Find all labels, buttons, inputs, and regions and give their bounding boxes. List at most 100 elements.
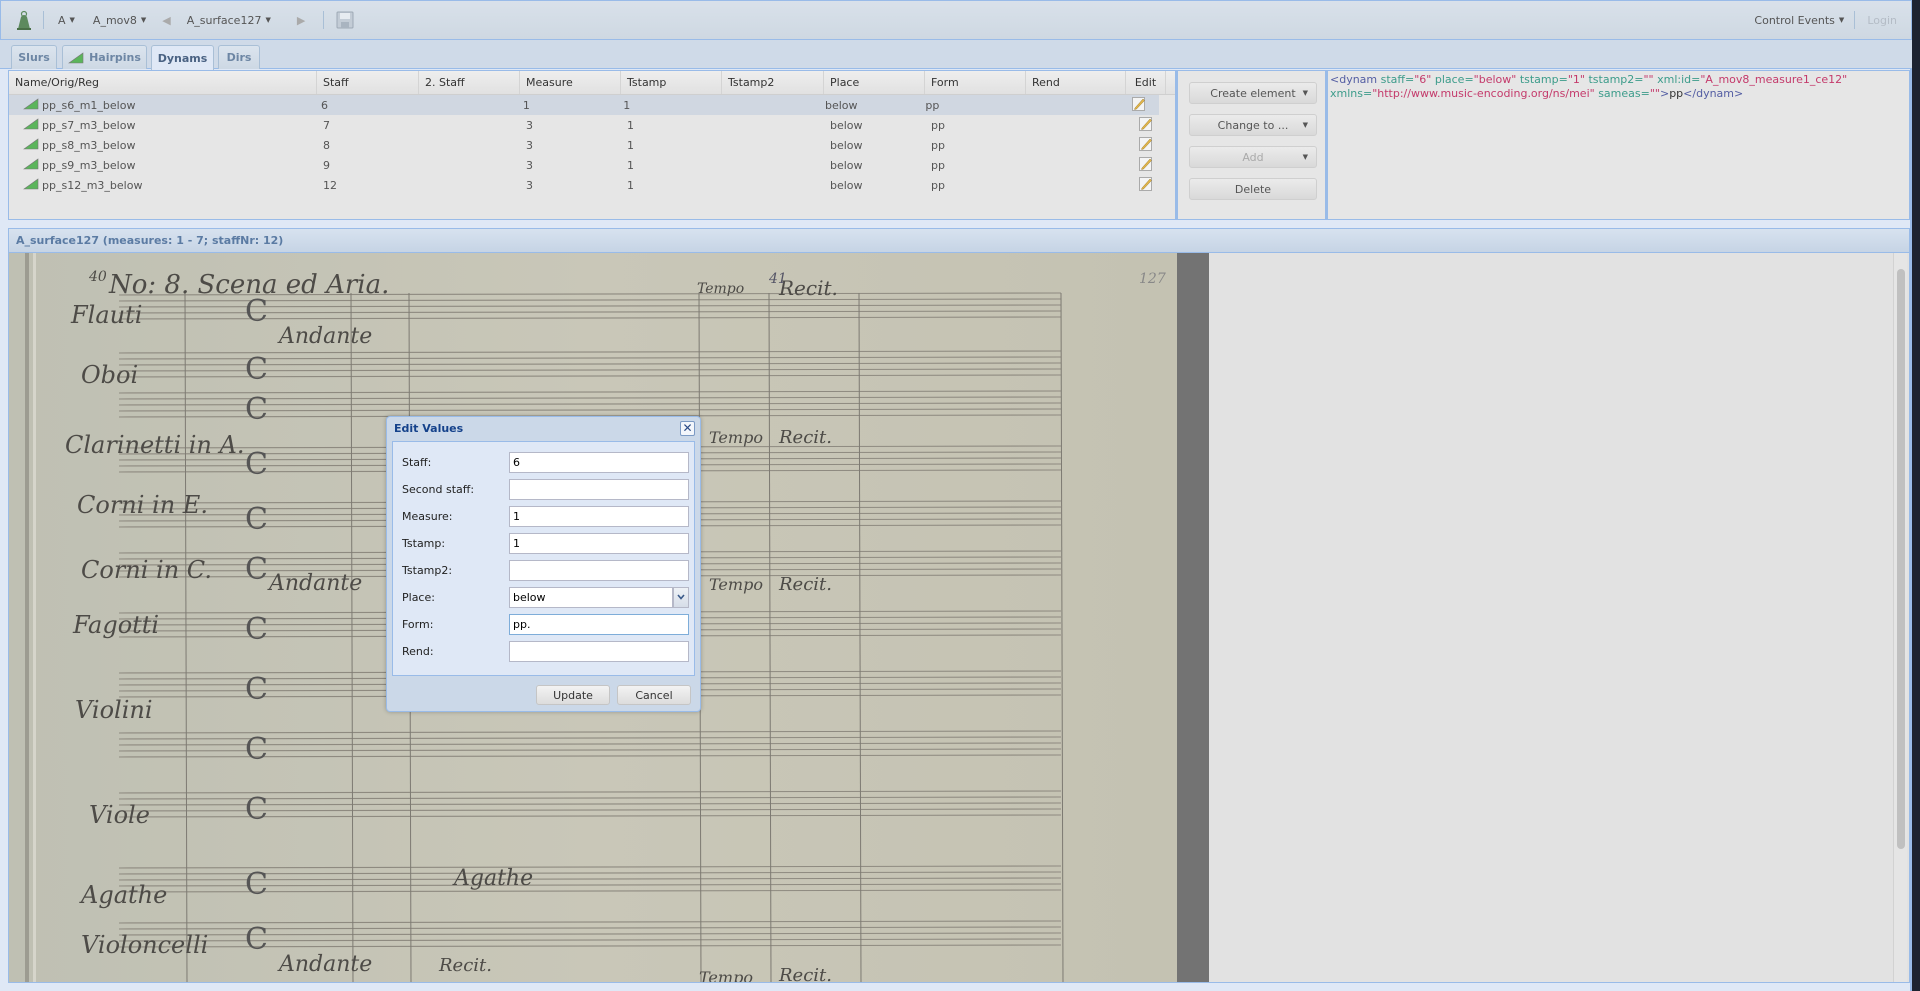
measure-number: 41 (768, 271, 787, 287)
column-header-tstamp2[interactable]: Tstamp2 (722, 71, 824, 94)
field-label: Tstamp2: (402, 563, 453, 577)
field-label: Staff: (402, 455, 432, 469)
xml-attribute: sameas= (1598, 87, 1650, 100)
tstamp2-input[interactable] (509, 559, 689, 581)
login-button[interactable]: Login (1859, 14, 1911, 27)
surface-dropdown[interactable]: A_surface127 ▼ (181, 12, 277, 29)
tab-slurs[interactable]: Slurs (11, 45, 57, 69)
edit-values-dialog: Edit Values ✕ Staff: Second staff: Measu… (386, 416, 701, 712)
column-header-tstamp[interactable]: Tstamp (621, 71, 722, 94)
edit-row-button[interactable] (1119, 96, 1159, 114)
form-input[interactable] (509, 613, 689, 635)
second-staff-input[interactable] (509, 478, 689, 500)
xml-value: "6" (1414, 73, 1432, 86)
column-header-staff[interactable]: Staff (317, 71, 419, 94)
top-toolbar: A ▼ A_mov8 ▼ ◀ A_surface127 ▼ ▶ Control … (0, 0, 1912, 40)
cell-form: pp (931, 178, 945, 192)
update-button[interactable]: Update (536, 685, 610, 705)
field-tstamp2: Tstamp2: (393, 559, 694, 581)
measure-input[interactable] (509, 505, 689, 527)
tab-label: Dirs (226, 51, 252, 64)
staff-input[interactable] (509, 451, 689, 473)
instrument-label: Clarinetti in A. (65, 431, 244, 459)
movement-dropdown[interactable]: A_mov8 ▼ (87, 12, 152, 29)
instrument-label: Viole (89, 801, 150, 829)
close-icon: ✕ (682, 421, 693, 435)
time-signature-glyph: C (245, 552, 268, 587)
create-element-button[interactable]: Create element ▼ (1189, 82, 1317, 104)
cell-staff: 9 (323, 158, 330, 172)
instrument-label: Flauti (70, 301, 142, 329)
dynam-icon (23, 177, 39, 193)
column-header-measure[interactable]: Measure (520, 71, 621, 94)
instrument-label: Violini (75, 696, 153, 724)
time-signature-glyph: C (245, 922, 268, 957)
pencil-icon (1139, 176, 1153, 194)
toolbar-separator (323, 11, 325, 29)
cell-measure: 3 (526, 118, 533, 132)
table-row[interactable]: pp_s7_m3_below 7 3 1 below pp (9, 115, 1175, 135)
table-row[interactable]: pp_s8_m3_below 8 3 1 below pp (9, 135, 1175, 155)
arrow-right-icon: ▶ (296, 13, 306, 27)
table-row[interactable]: pp_s12_m3_below 12 3 1 below pp (9, 175, 1175, 195)
column-header-form[interactable]: Form (925, 71, 1026, 94)
grid-body: pp_s6_m1_below 6 1 1 below pp pp_s7_m3_below 7 3… (9, 95, 1175, 195)
vertical-scrollbar[interactable] (1893, 253, 1907, 982)
field-label: Rend: (402, 644, 434, 658)
field-tstamp: Tstamp: (393, 532, 694, 554)
table-row[interactable]: pp_s9_m3_below 9 3 1 below pp (9, 155, 1175, 175)
pencil-icon (1139, 136, 1153, 154)
app-window: A ▼ A_mov8 ▼ ◀ A_surface127 ▼ ▶ Control … (0, 0, 1912, 991)
tab-hairpins[interactable]: Hairpins (62, 45, 147, 69)
xml-value: "http://www.music-encoding.org/ns/mei" (1372, 87, 1595, 100)
field-staff: Staff: (393, 451, 694, 473)
next-surface-button[interactable]: ▶ (287, 12, 315, 29)
change-to-button[interactable]: Change to ... ▼ (1189, 114, 1317, 136)
edit-row-button[interactable] (1126, 116, 1166, 134)
column-header-staff2[interactable]: 2. Staff (419, 71, 520, 94)
time-signature-glyph: C (245, 502, 268, 537)
scrollbar-thumb[interactable] (1897, 269, 1905, 849)
cancel-button[interactable]: Cancel (617, 685, 691, 705)
close-button[interactable]: ✕ (680, 421, 695, 436)
xml-attribute: place= (1434, 73, 1474, 86)
control-events-label: Control Events (1754, 13, 1835, 27)
pencil-icon (1132, 96, 1146, 114)
element-tabbar: Slurs Hairpins Dynams Dirs (0, 40, 1912, 70)
instrument-label: Oboi (81, 361, 138, 389)
add-button[interactable]: Add ▼ (1189, 146, 1317, 168)
place-dropdown-trigger[interactable] (673, 586, 689, 608)
tab-dynams[interactable]: Dynams (151, 45, 214, 70)
edit-row-button[interactable] (1126, 176, 1166, 194)
recit-mark: Recit. (778, 965, 832, 983)
create-element-label: Create element (1210, 86, 1296, 100)
tab-dirs[interactable]: Dirs (218, 45, 260, 69)
dynam-icon (23, 157, 39, 173)
tempo-mark: Tempo (697, 281, 744, 297)
time-signature-glyph: C (245, 612, 268, 647)
source-dropdown[interactable]: A ▼ (52, 12, 81, 29)
cell-text: pp_s8_m3_below (42, 138, 136, 152)
column-header-edit[interactable]: Edit (1126, 71, 1166, 94)
column-header-place[interactable]: Place (824, 71, 925, 94)
place-select[interactable] (509, 586, 673, 608)
edit-row-button[interactable] (1126, 156, 1166, 174)
hairpin-icon (68, 51, 84, 63)
column-header-rend[interactable]: Rend (1026, 71, 1126, 94)
save-icon[interactable] (336, 11, 354, 29)
control-events-dropdown[interactable]: Control Events ▼ (1748, 12, 1850, 29)
cell-name: pp_s7_m3_below (9, 117, 317, 133)
field-second-staff: Second staff: (393, 478, 694, 500)
time-signature-glyph: C (245, 447, 268, 482)
previous-surface-button[interactable]: ◀ (152, 12, 180, 29)
dialog-title: Edit Values (394, 422, 464, 435)
actions-panel: Create element ▼ Change to ... ▼ Add ▼ D… (1176, 70, 1326, 220)
column-header-name[interactable]: Name/Orig/Reg (9, 71, 317, 94)
chevron-down-icon: ▼ (265, 16, 271, 24)
tstamp-input[interactable] (509, 532, 689, 554)
rend-input[interactable] (509, 640, 689, 662)
time-signature-glyph: C (245, 352, 268, 387)
edit-row-button[interactable] (1126, 136, 1166, 154)
delete-button[interactable]: Delete (1189, 178, 1317, 200)
table-row[interactable]: pp_s6_m1_below 6 1 1 below pp (9, 95, 1159, 115)
